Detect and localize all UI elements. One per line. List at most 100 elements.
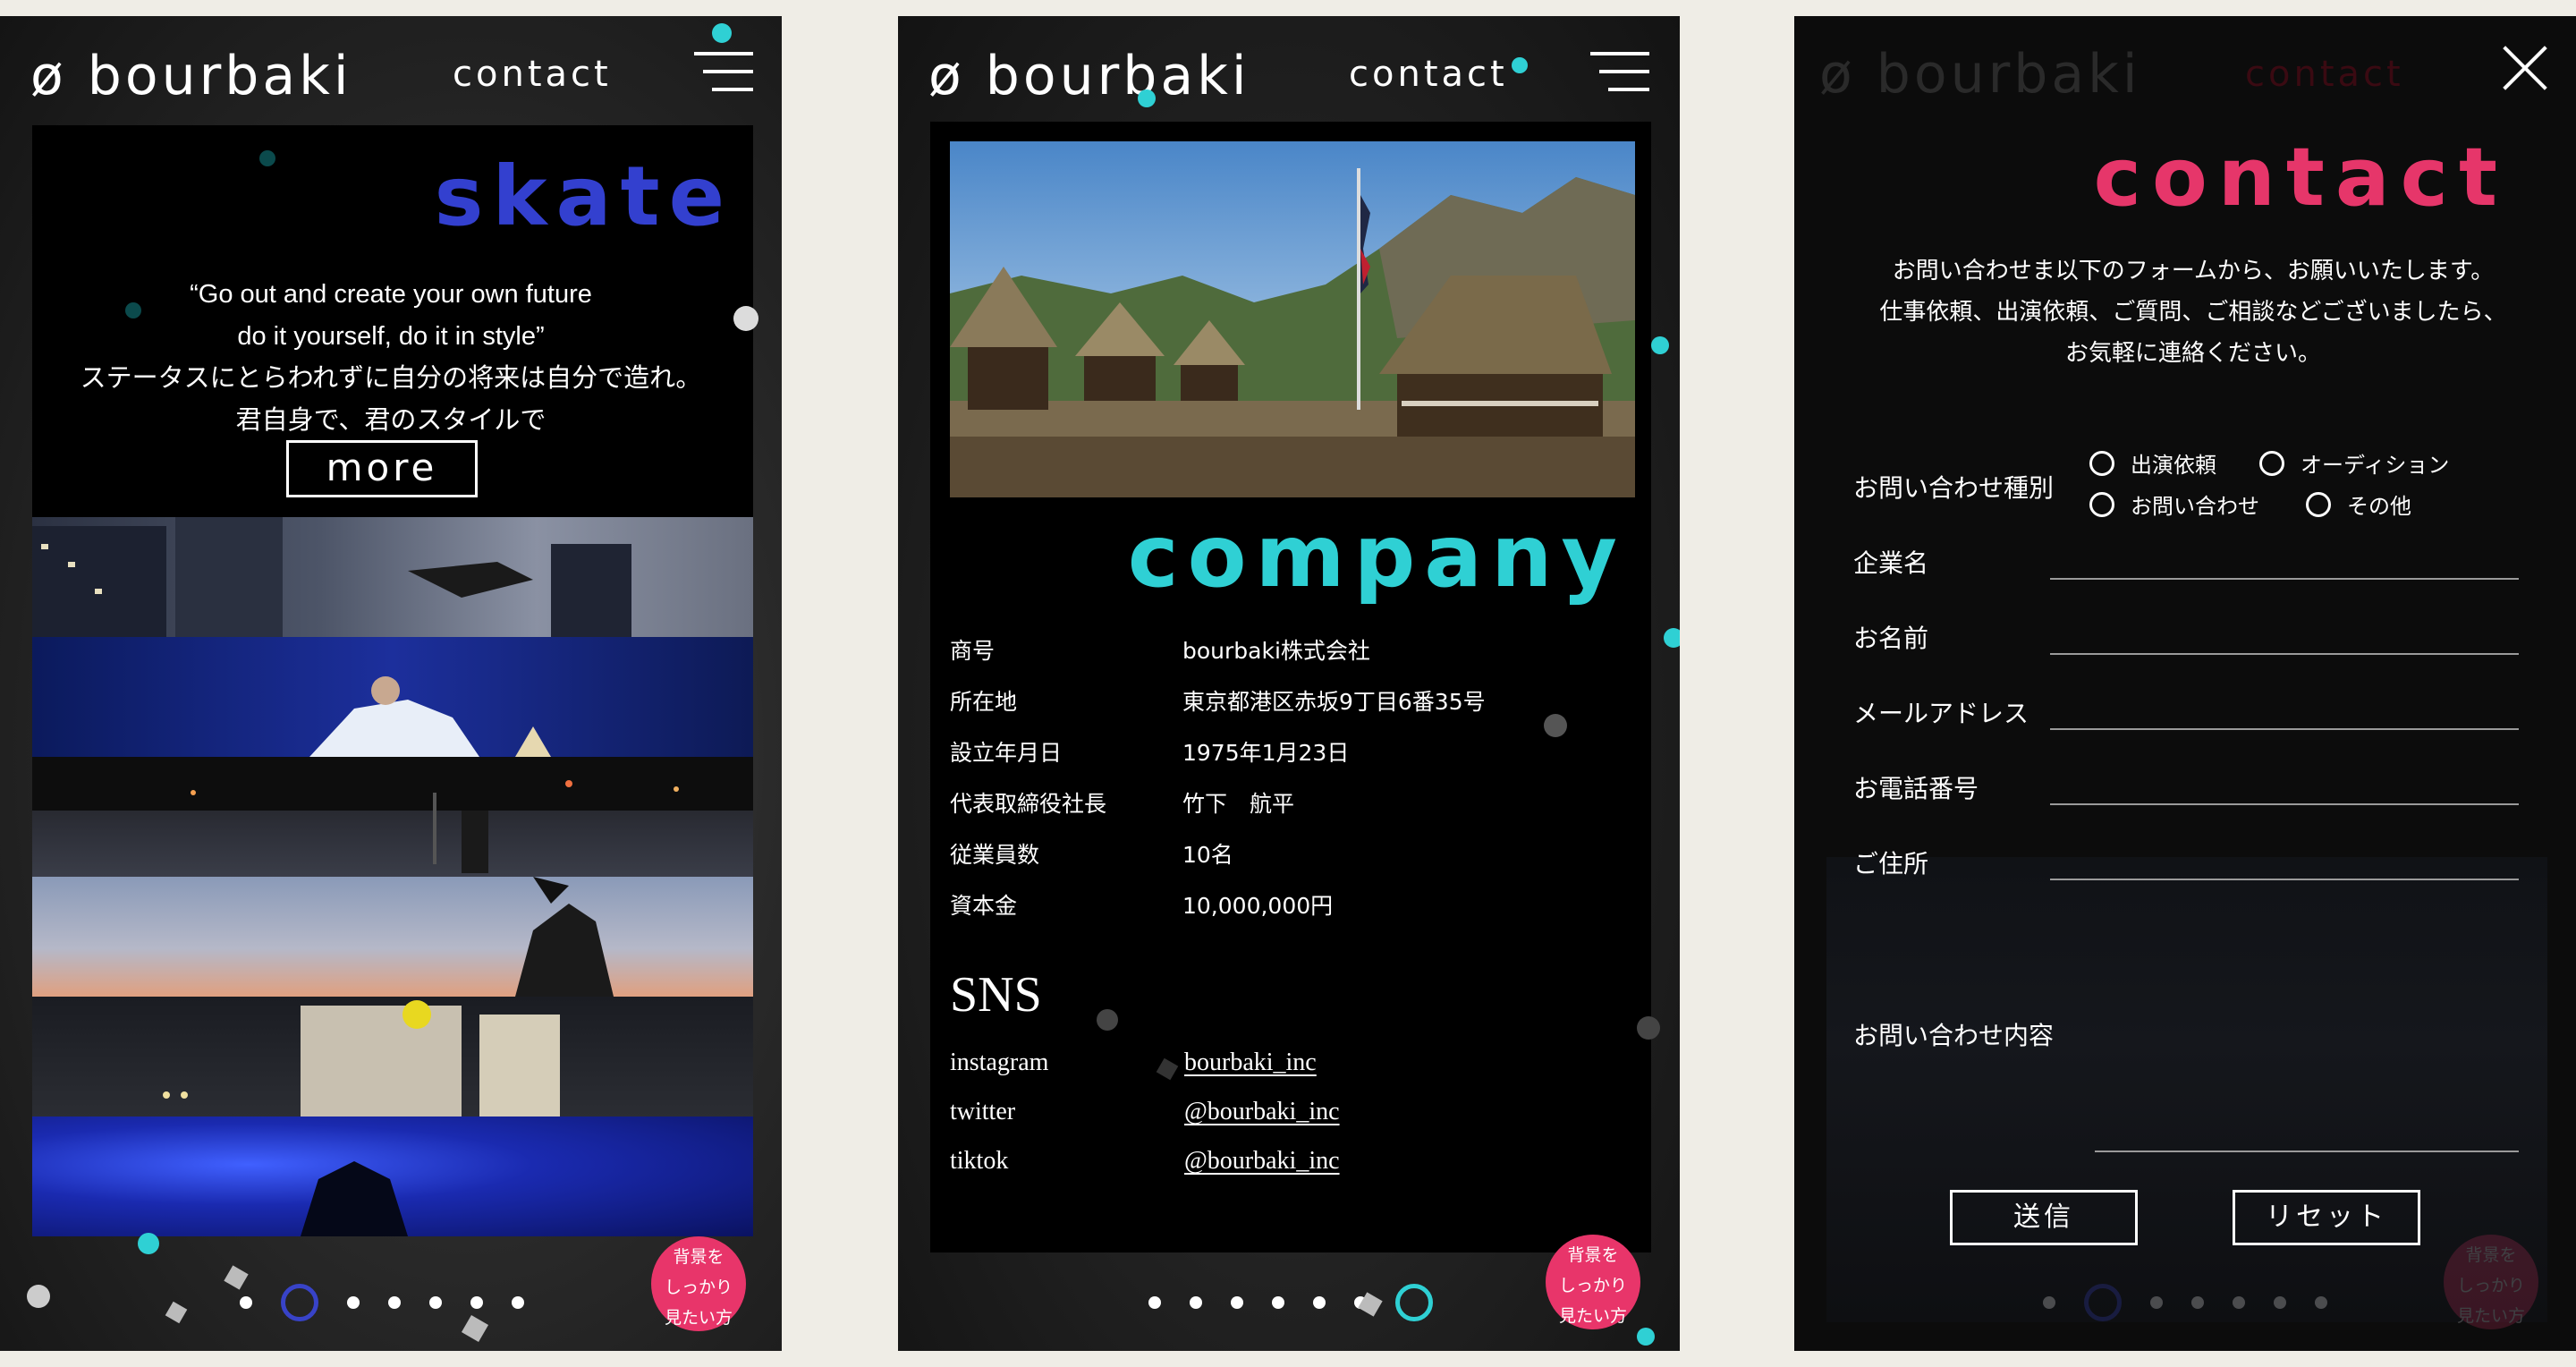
contact-intro: お問い合わせま以下のフォームから、お願いいたします。 仕事依頼、出演依頼、ご質問… bbox=[1853, 250, 2533, 374]
submit-button[interactable]: 送信 bbox=[1950, 1190, 2138, 1245]
info-key: 代表取締役社長 bbox=[950, 791, 1107, 817]
background-view-button[interactable]: 背景を しっかり 見たい方 bbox=[1546, 1235, 1640, 1329]
info-key: 資本金 bbox=[950, 893, 1018, 919]
message-field[interactable] bbox=[2095, 1150, 2519, 1152]
skate-photo bbox=[163, 1000, 560, 1117]
sns-key: twitter bbox=[950, 1098, 1016, 1125]
page-indicator bbox=[2043, 1284, 2356, 1321]
confetti bbox=[712, 23, 732, 43]
address-label: ご住所 bbox=[1853, 849, 1929, 879]
radio-label: その他 bbox=[2347, 494, 2411, 519]
bg-button-line: しっかり bbox=[1558, 1276, 1627, 1295]
info-key: 商号 bbox=[950, 638, 996, 664]
skate-quote: “Go out and create your own future do it… bbox=[30, 274, 751, 442]
info-value: 東京都港区赤坂9丁目6番35号 bbox=[1182, 689, 1486, 715]
name-field[interactable] bbox=[2050, 653, 2519, 655]
confetti bbox=[1651, 336, 1669, 354]
page-dot[interactable] bbox=[388, 1296, 401, 1309]
skate-photo bbox=[32, 517, 631, 637]
page-dot[interactable] bbox=[347, 1296, 360, 1309]
radio-appearance[interactable]: 出演依頼 bbox=[2089, 447, 2216, 479]
skate-screen: ø bourbaki contact skate “Go out and cre… bbox=[0, 16, 782, 1351]
info-value: 1975年1月23日 bbox=[1182, 740, 1350, 766]
page-dot bbox=[2043, 1296, 2055, 1309]
skate-photo-strip bbox=[32, 1117, 753, 1236]
radio-inquiry[interactable]: お問い合わせ bbox=[2089, 488, 2259, 520]
page-dot[interactable] bbox=[1190, 1296, 1202, 1309]
brand-logo[interactable]: ø bourbaki bbox=[30, 45, 352, 107]
background-view-button[interactable]: 背景を しっかり 見たい方 bbox=[651, 1236, 746, 1331]
brand-logo[interactable]: ø bourbaki bbox=[928, 45, 1250, 107]
page-dot[interactable] bbox=[470, 1296, 483, 1309]
ghost-brand-logo: ø bourbaki bbox=[1819, 43, 2141, 106]
tiktok-link[interactable]: @bourbaki_inc bbox=[1184, 1147, 1340, 1176]
radio-icon bbox=[2259, 450, 2284, 476]
bg-button-line: 背景を bbox=[2465, 1245, 2517, 1265]
intro-line: 仕事依頼、出演依頼、ご質問、ご相談などございましたら、 bbox=[1879, 299, 2507, 326]
confetti bbox=[259, 150, 275, 166]
menu-icon[interactable] bbox=[694, 52, 753, 95]
info-value: bourbaki株式会社 bbox=[1182, 638, 1370, 664]
page-dot[interactable] bbox=[1272, 1296, 1284, 1309]
radio-label: オーディション bbox=[2301, 453, 2450, 478]
header-contact-link[interactable]: contact bbox=[453, 54, 612, 95]
bg-button-line: 背景を bbox=[1567, 1245, 1619, 1265]
name-label: お名前 bbox=[1853, 624, 1929, 653]
info-key: 設立年月日 bbox=[950, 740, 1063, 766]
company-name-field[interactable] bbox=[2050, 578, 2519, 580]
page-dot bbox=[2233, 1296, 2245, 1309]
reset-button[interactable]: リセット bbox=[2233, 1190, 2420, 1245]
intro-line: お気軽に連絡ください。 bbox=[2064, 340, 2321, 367]
page-dot bbox=[2150, 1296, 2163, 1309]
info-value: 10,000,000円 bbox=[1182, 893, 1334, 919]
more-button[interactable]: more bbox=[286, 440, 478, 497]
radio-icon bbox=[2306, 491, 2331, 517]
close-icon[interactable] bbox=[2501, 45, 2549, 93]
skate-photo bbox=[301, 1161, 408, 1236]
confetti bbox=[1512, 57, 1528, 73]
page-dot[interactable] bbox=[1148, 1296, 1161, 1309]
page-dot[interactable] bbox=[429, 1296, 442, 1309]
page-dot bbox=[2315, 1296, 2327, 1309]
bg-button-line: しっかり bbox=[664, 1278, 733, 1297]
radio-icon bbox=[2089, 491, 2114, 517]
email-field[interactable] bbox=[2050, 728, 2519, 730]
info-key: 所在地 bbox=[950, 689, 1018, 715]
skate-photo-strip bbox=[32, 517, 753, 637]
message-label: お問い合わせ内容 bbox=[1853, 1021, 2055, 1050]
sns-title: SNS bbox=[950, 967, 1042, 1023]
instagram-link[interactable]: bourbaki_inc bbox=[1184, 1049, 1317, 1077]
page-dot-active[interactable] bbox=[281, 1284, 318, 1321]
page-dot[interactable] bbox=[240, 1296, 252, 1309]
skate-photo bbox=[32, 757, 753, 873]
radio-other[interactable]: その他 bbox=[2306, 488, 2411, 520]
page-dot-active[interactable] bbox=[1395, 1284, 1433, 1321]
sns-key: instagram bbox=[950, 1049, 1049, 1076]
confetti bbox=[125, 302, 141, 318]
address-field[interactable] bbox=[2050, 879, 2519, 880]
page-dot[interactable] bbox=[1313, 1296, 1326, 1309]
skate-photo-strip bbox=[32, 757, 753, 877]
quote-line: do it yourself, do it in style” bbox=[237, 322, 545, 351]
quote-line: 君自身で、君のスタイルで bbox=[235, 406, 547, 435]
page-dot[interactable] bbox=[512, 1296, 524, 1309]
page-dot[interactable] bbox=[1231, 1296, 1243, 1309]
info-value: 竹下 航平 bbox=[1182, 791, 1295, 817]
confetti bbox=[1097, 1009, 1118, 1031]
bg-button-line: 見たい方 bbox=[664, 1308, 733, 1328]
company-name-label: 企業名 bbox=[1853, 548, 1929, 578]
header-contact-link[interactable]: contact bbox=[1349, 54, 1508, 95]
info-key: 従業員数 bbox=[950, 842, 1040, 868]
menu-icon[interactable] bbox=[1590, 52, 1649, 95]
phone-field[interactable] bbox=[2050, 803, 2519, 805]
contact-title: contact bbox=[2093, 131, 2508, 225]
background-view-button: 背景を しっかり 見たい方 bbox=[2444, 1235, 2538, 1329]
twitter-link[interactable]: @bourbaki_inc bbox=[1184, 1098, 1340, 1126]
bg-button-line: 見たい方 bbox=[1558, 1306, 1627, 1326]
inquiry-type-label: お問い合わせ種別 bbox=[1853, 473, 2055, 503]
skate-photo-strip bbox=[32, 997, 753, 1117]
page-dot bbox=[2274, 1296, 2286, 1309]
page-dot bbox=[2191, 1296, 2204, 1309]
dimmed-background bbox=[1826, 857, 2547, 1322]
radio-audition[interactable]: オーディション bbox=[2259, 447, 2449, 479]
